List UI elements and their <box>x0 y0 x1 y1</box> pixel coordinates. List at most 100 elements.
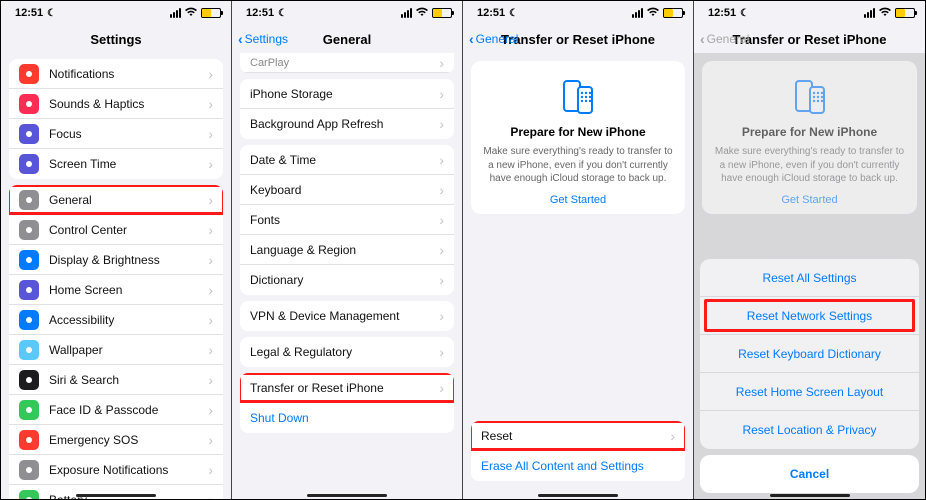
wifi-icon <box>646 7 660 20</box>
chevron-right-icon: › <box>439 212 444 228</box>
sheet-option-reset-home-screen-layout[interactable]: Reset Home Screen Layout <box>700 373 919 411</box>
chevron-right-icon: › <box>670 428 675 444</box>
home-indicator[interactable] <box>307 494 387 497</box>
settings-row-keyboard[interactable]: Keyboard › <box>240 175 454 205</box>
home-indicator[interactable] <box>76 494 156 497</box>
settings-row-iphone-storage[interactable]: iPhone Storage › <box>240 79 454 109</box>
cancel-button[interactable]: Cancel <box>700 455 919 493</box>
sheet-option-reset-keyboard-dictionary[interactable]: Reset Keyboard Dictionary <box>700 335 919 373</box>
settings-row-sounds-haptics[interactable]: Sounds & Haptics › <box>9 89 223 119</box>
chevron-right-icon: › <box>439 308 444 324</box>
emergency-sos-icon <box>19 430 39 450</box>
settings-row-emergency-sos[interactable]: Emergency SOS › <box>9 425 223 455</box>
screen-general: 12:51 ☾ ‹ Settings General CarPlay› iPho… <box>232 1 463 499</box>
settings-row-display-brightness[interactable]: Display & Brightness › <box>9 245 223 275</box>
row-label: iPhone Storage <box>250 87 439 101</box>
settings-row-face-id-passcode[interactable]: Face ID & Passcode › <box>9 395 223 425</box>
chevron-left-icon: ‹ <box>700 31 705 47</box>
row-label: Transfer or Reset iPhone <box>250 381 439 395</box>
settings-row-legal-regulatory[interactable]: Legal & Regulatory › <box>240 337 454 367</box>
sheet-option-reset-network-settings[interactable]: Reset Network Settings <box>700 297 919 335</box>
settings-row-shut-down[interactable]: Shut Down <box>240 403 454 433</box>
settings-row-erase-all[interactable]: Erase All Content and Settings <box>471 451 685 481</box>
status-bar: 12:51 ☾ <box>1 1 231 25</box>
screen-transfer-reset: 12:51 ☾ ‹ General Transfer or Reset iPho… <box>463 1 694 499</box>
settings-row-transfer-or-reset[interactable]: Transfer or Reset iPhone › <box>240 373 454 403</box>
settings-row-wallpaper[interactable]: Wallpaper › <box>9 335 223 365</box>
row-label: Reset <box>481 429 670 443</box>
row-label: General <box>49 193 208 207</box>
chevron-left-icon: ‹ <box>238 31 243 47</box>
row-label: Legal & Regulatory <box>250 345 439 359</box>
chevron-right-icon: › <box>208 192 213 208</box>
chevron-right-icon: › <box>208 156 213 172</box>
back-button[interactable]: ‹ General <box>700 31 749 47</box>
status-bar: 12:51 ☾ <box>463 1 693 25</box>
row-label: Control Center <box>49 223 208 237</box>
settings-row-siri-search[interactable]: Siri & Search › <box>9 365 223 395</box>
row-label: Siri & Search <box>49 373 208 387</box>
settings-row-control-center[interactable]: Control Center › <box>9 215 223 245</box>
get-started-button[interactable]: Get Started <box>481 194 675 206</box>
row-label: Shut Down <box>250 411 444 425</box>
home-indicator[interactable] <box>770 494 850 497</box>
settings-row-vpn-device-management[interactable]: VPN & Device Management › <box>240 301 454 331</box>
chevron-right-icon: › <box>439 86 444 102</box>
action-sheet: Reset All Settings Reset Network Setting… <box>694 253 925 499</box>
settings-row-date-time[interactable]: Date & Time › <box>240 145 454 175</box>
back-button[interactable]: ‹ General <box>469 31 518 47</box>
prepare-new-iphone-card: Prepare for New iPhone Make sure everyth… <box>702 61 917 214</box>
page-title: Transfer or Reset iPhone <box>501 32 655 47</box>
row-label: Face ID & Passcode <box>49 403 208 417</box>
settings-row-language-region[interactable]: Language & Region › <box>240 235 454 265</box>
settings-row-accessibility[interactable]: Accessibility › <box>9 305 223 335</box>
row-label: Emergency SOS <box>49 433 208 447</box>
row-label: Display & Brightness <box>49 253 208 267</box>
notifications-icon <box>19 64 39 84</box>
row-label: Background App Refresh <box>250 117 439 131</box>
chevron-right-icon: › <box>208 66 213 82</box>
chevron-right-icon: › <box>439 344 444 360</box>
status-bar: 12:51 ☾ <box>694 1 925 25</box>
row-label: Home Screen <box>49 283 208 297</box>
status-bar: 12:51 ☾ <box>232 1 462 25</box>
chevron-right-icon: › <box>208 96 213 112</box>
back-label: General <box>476 32 519 46</box>
general-icon <box>19 190 39 210</box>
wallpaper-icon <box>19 340 39 360</box>
nav-bar: ‹ General Transfer or Reset iPhone <box>694 25 925 53</box>
siri-search-icon <box>19 370 39 390</box>
settings-row-reset[interactable]: Reset › <box>471 421 685 451</box>
back-button[interactable]: ‹ Settings <box>238 31 288 47</box>
chevron-right-icon: › <box>208 462 213 478</box>
chevron-right-icon: › <box>439 116 444 132</box>
settings-row-background-app-refresh[interactable]: Background App Refresh › <box>240 109 454 139</box>
sheet-option-reset-all-settings[interactable]: Reset All Settings <box>700 259 919 297</box>
nav-bar: ‹ Settings General <box>232 25 462 53</box>
chevron-right-icon: › <box>208 372 213 388</box>
back-label: General <box>707 32 750 46</box>
chevron-right-icon: › <box>439 55 444 71</box>
settings-row-general[interactable]: General › <box>9 185 223 215</box>
get-started-button[interactable]: Get Started <box>712 194 907 206</box>
settings-row-dictionary[interactable]: Dictionary › <box>240 265 454 295</box>
devices-icon <box>788 77 832 117</box>
settings-row-home-screen[interactable]: Home Screen › <box>9 275 223 305</box>
chevron-right-icon: › <box>208 282 213 298</box>
row-label: Accessibility <box>49 313 208 327</box>
row-label: Exposure Notifications <box>49 463 208 477</box>
chevron-right-icon: › <box>439 182 444 198</box>
home-indicator[interactable] <box>538 494 618 497</box>
card-heading: Prepare for New iPhone <box>712 125 907 139</box>
settings-row-screen-time[interactable]: Screen Time › <box>9 149 223 179</box>
sheet-option-reset-location-privacy[interactable]: Reset Location & Privacy <box>700 411 919 449</box>
settings-row-fonts[interactable]: Fonts › <box>240 205 454 235</box>
row-label: Focus <box>49 127 208 141</box>
card-heading: Prepare for New iPhone <box>481 125 675 139</box>
settings-row-carplay[interactable]: CarPlay› <box>240 53 454 73</box>
settings-row-focus[interactable]: Focus › <box>9 119 223 149</box>
devices-icon <box>556 77 600 117</box>
chevron-right-icon: › <box>208 222 213 238</box>
settings-row-exposure-notifications[interactable]: Exposure Notifications › <box>9 455 223 485</box>
settings-row-notifications[interactable]: Notifications › <box>9 59 223 89</box>
